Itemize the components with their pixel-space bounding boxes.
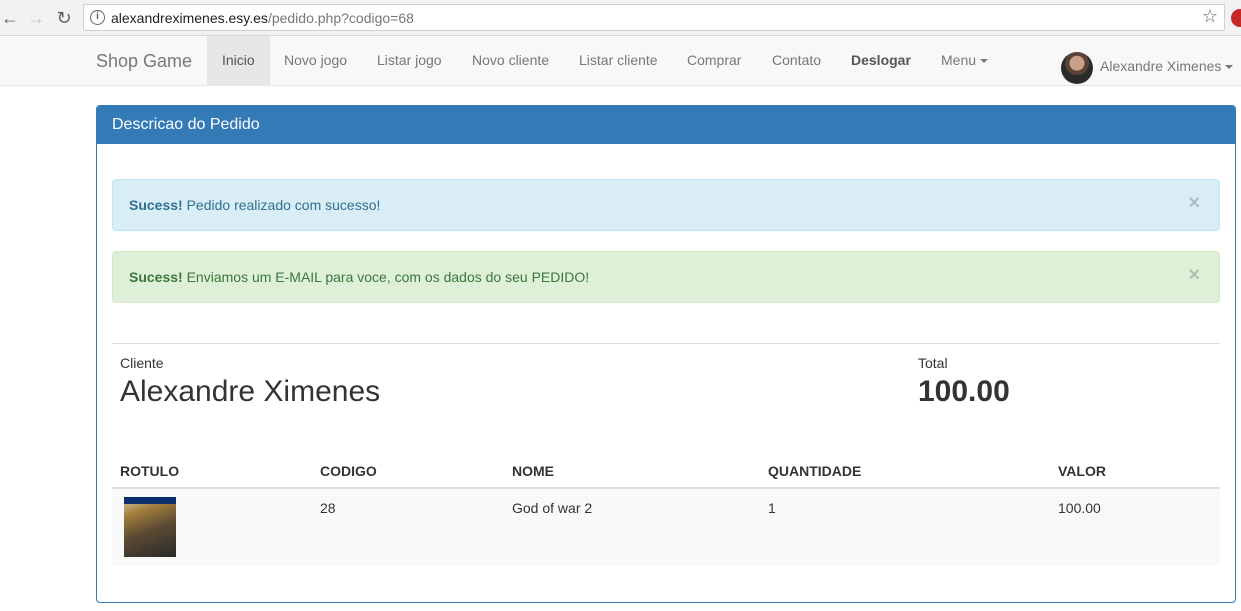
cell-valor: 100.00 — [1058, 500, 1101, 516]
divider — [112, 343, 1220, 344]
nav-item-comprar[interactable]: Comprar — [672, 36, 756, 85]
header-codigo: CODIGO — [320, 463, 377, 479]
alert-text: Pedido realizado com sucesso! — [186, 197, 381, 213]
panel-title: Descricao do Pedido — [97, 106, 1235, 144]
header-valor: VALOR — [1058, 463, 1106, 479]
table-header: ROTULO CODIGO NOME QUANTIDADE VALOR — [112, 451, 1220, 489]
menu-label: Menu — [941, 52, 977, 68]
header-nome: NOME — [512, 463, 554, 479]
order-panel: Descricao do Pedido Sucess! Pedido reali… — [96, 105, 1236, 603]
reload-icon[interactable]: ↻ — [54, 8, 74, 28]
cell-quantidade: 1 — [768, 500, 776, 516]
cliente-label: Cliente — [120, 355, 164, 371]
alert-info: Sucess! Pedido realizado com sucesso! × — [112, 179, 1220, 231]
nav-item-menu-dropdown[interactable]: Menu — [926, 36, 1003, 85]
bookmark-star-icon[interactable]: ☆ — [1202, 6, 1218, 27]
cliente-name: Alexandre Ximenes — [120, 375, 381, 408]
header-quantidade: QUANTIDADE — [768, 463, 862, 479]
address-bar[interactable]: i alexandreximenes.esy.es/pedido.php?cod… — [83, 4, 1225, 31]
cell-codigo: 28 — [320, 500, 336, 516]
navbar-brand[interactable]: Shop Game — [96, 51, 192, 72]
nav-item-deslogar[interactable]: Deslogar — [836, 36, 926, 85]
close-icon[interactable]: × — [1188, 265, 1200, 285]
browser-toolbar: ← → ↻ i alexandreximenes.esy.es/pedido.p… — [0, 0, 1241, 36]
total-label: Total — [918, 355, 948, 371]
caret-down-icon — [1225, 65, 1234, 70]
nav-item-novo-cliente[interactable]: Novo cliente — [457, 36, 564, 85]
header-rotulo: ROTULO — [120, 463, 180, 479]
nav-item-contato[interactable]: Contato — [757, 36, 836, 85]
order-items-table: ROTULO CODIGO NOME QUANTIDADE VALOR 28 G… — [112, 451, 1220, 566]
alert-text: Enviamos um E-MAIL para voce, com os dad… — [186, 269, 590, 285]
cell-nome: God of war 2 — [512, 500, 593, 516]
extension-icon[interactable] — [1231, 9, 1241, 27]
avatar — [1061, 52, 1093, 84]
url-host: alexandreximenes.esy.es — [111, 10, 268, 26]
url-text[interactable]: alexandreximenes.esy.es/pedido.php?codig… — [111, 10, 414, 26]
nav-item-listar-jogo[interactable]: Listar jogo — [362, 36, 457, 85]
back-arrow-icon[interactable]: ← — [0, 8, 20, 28]
total-value: 100.00 — [918, 375, 1010, 408]
alert-strong: Sucess! — [129, 269, 183, 285]
alert-success: Sucess! Enviamos um E-MAIL para voce, co… — [112, 251, 1220, 303]
url-path: /pedido.php?codigo=68 — [267, 10, 414, 26]
nav-item-inicio[interactable]: Inicio — [207, 36, 270, 85]
alert-strong: Sucess! — [129, 197, 183, 213]
info-icon[interactable]: i — [90, 10, 105, 25]
table-row: 28 God of war 2 1 100.00 — [112, 489, 1220, 566]
forward-arrow-icon[interactable]: → — [26, 8, 46, 28]
top-navbar: Shop Game Inicio Novo jogo Listar jogo N… — [0, 36, 1241, 86]
close-icon[interactable]: × — [1188, 193, 1200, 213]
caret-down-icon — [980, 59, 989, 64]
nav-item-listar-cliente[interactable]: Listar cliente — [564, 36, 673, 85]
nav-item-novo-jogo[interactable]: Novo jogo — [269, 36, 362, 85]
game-cover-image — [124, 497, 176, 557]
user-name: Alexandre Ximenes — [1100, 58, 1222, 74]
